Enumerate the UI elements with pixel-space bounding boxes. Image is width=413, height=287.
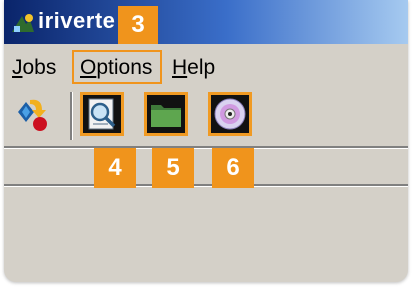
search-document-button[interactable] xyxy=(80,92,124,136)
options-highlight-outline xyxy=(72,50,162,84)
transfer-button[interactable] xyxy=(10,92,54,136)
callout-badge: 5 xyxy=(152,148,194,188)
callout-badge: 3 xyxy=(118,6,158,44)
folder-icon xyxy=(151,105,181,127)
transfer-icon xyxy=(18,99,47,131)
toolbar-bottom-divider xyxy=(4,146,408,149)
panel-divider xyxy=(4,184,408,187)
title-bar[interactable]: iriverte xyxy=(4,0,408,44)
menu-help[interactable]: Help xyxy=(172,56,215,80)
window-title: iriverte xyxy=(38,8,116,33)
cd-disc-button[interactable] xyxy=(208,92,252,136)
toolbar-separator xyxy=(70,92,73,140)
application-window: iriverte Jobs Options Help 3 4 5 6 xyxy=(4,0,408,282)
toolbar xyxy=(4,86,408,146)
menu-jobs[interactable]: Jobs xyxy=(12,56,56,80)
callout-badge: 4 xyxy=(94,148,136,188)
menu-bar: Jobs Options Help xyxy=(4,46,408,82)
search-document-icon xyxy=(88,98,116,130)
folder-button[interactable] xyxy=(144,92,188,136)
callout-badge: 6 xyxy=(212,148,254,188)
app-logo-icon xyxy=(12,14,34,32)
cd-disc-icon xyxy=(214,98,246,130)
